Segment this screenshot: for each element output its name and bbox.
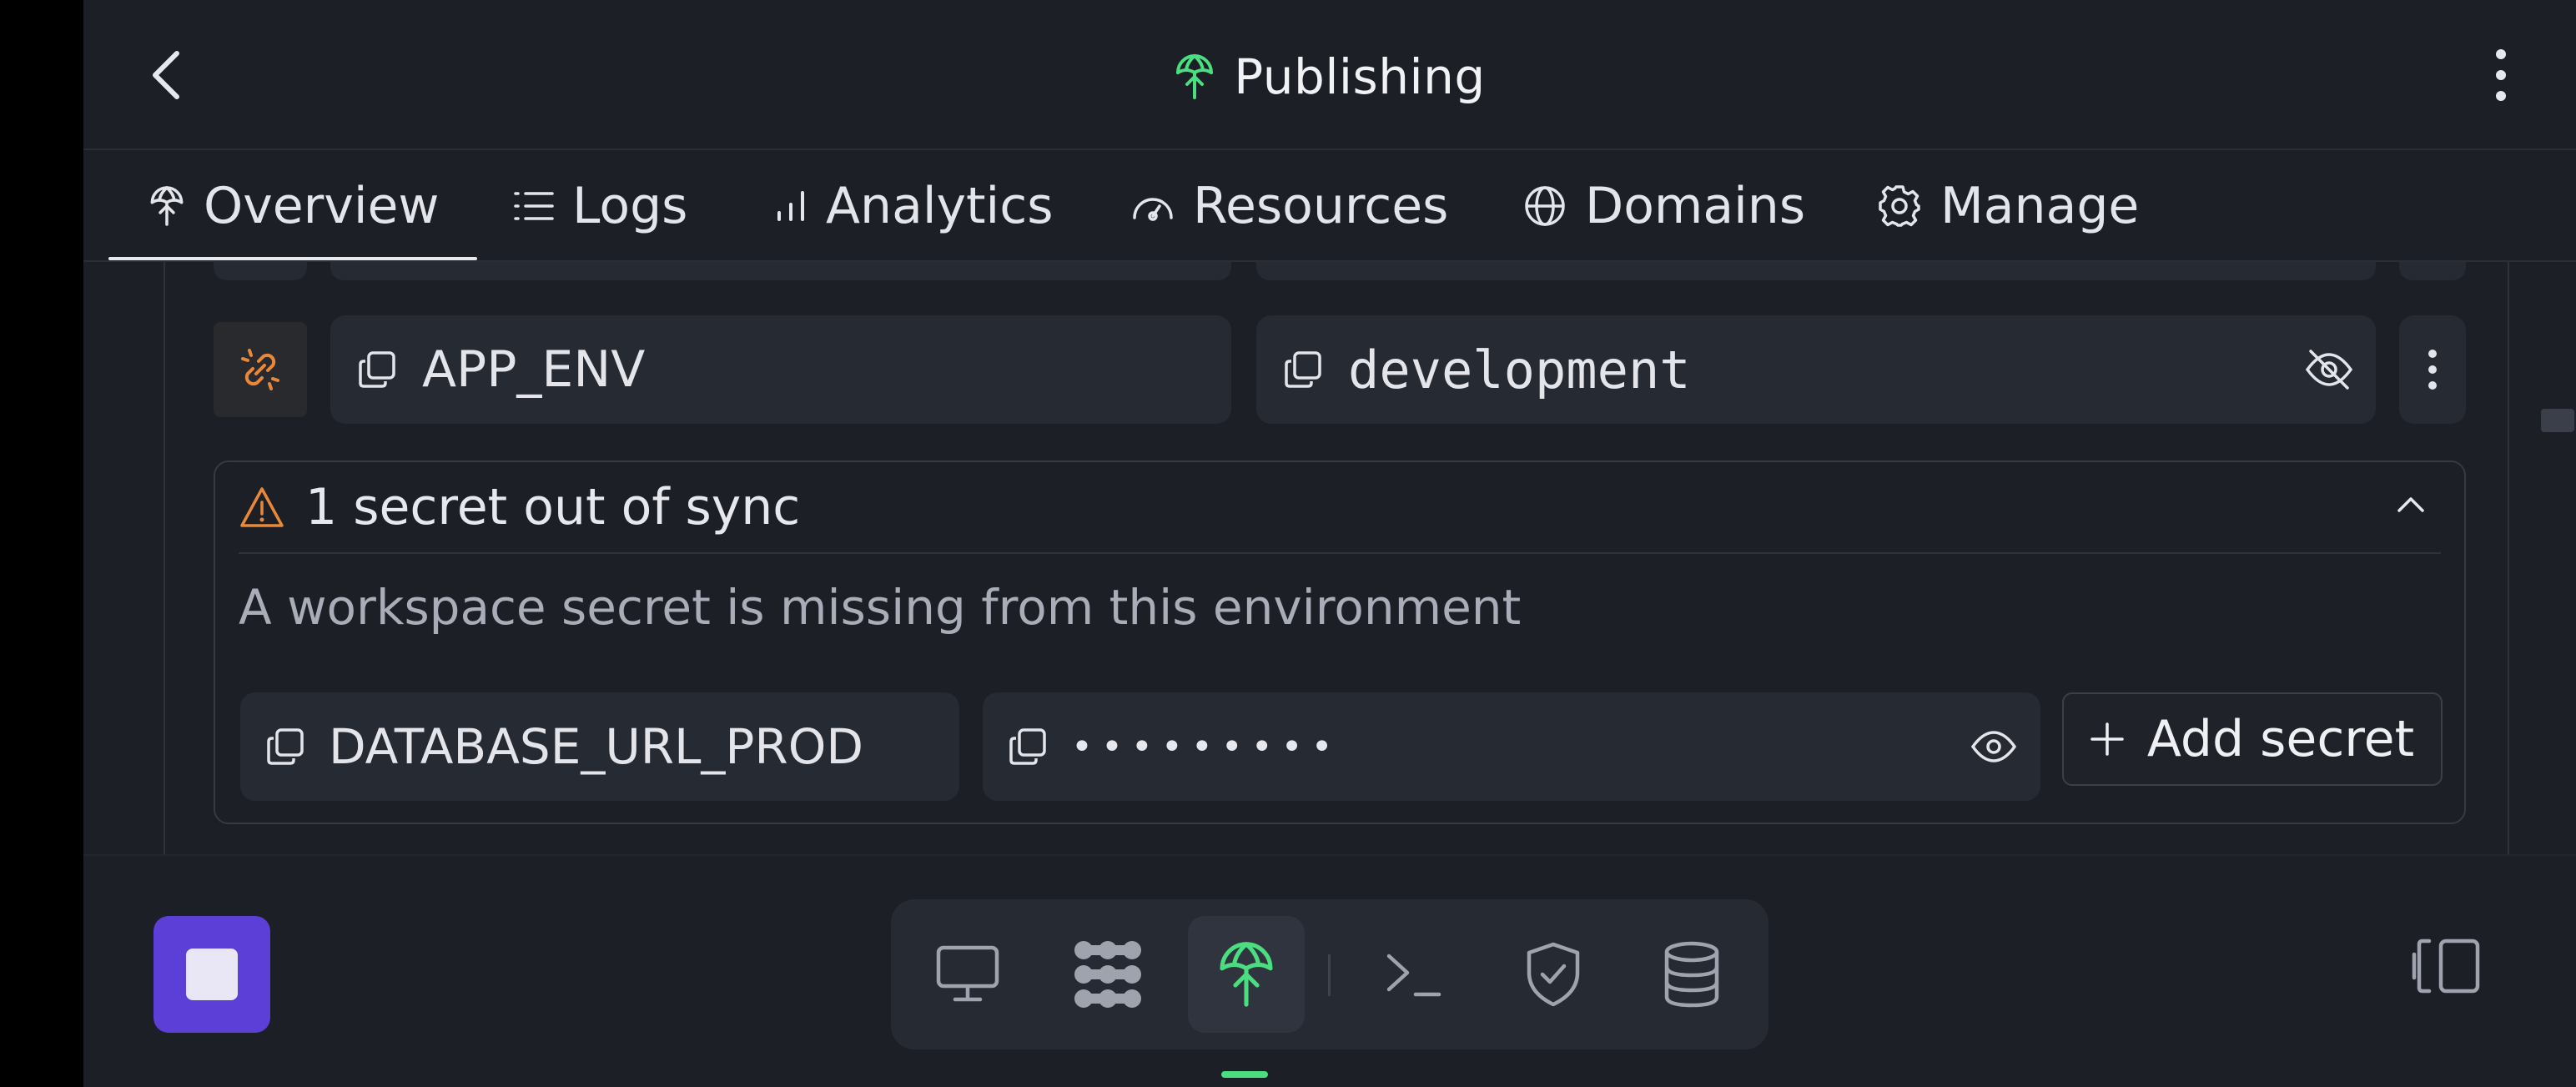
copy-button[interactable] <box>357 350 397 390</box>
globe-icon <box>1525 186 1565 226</box>
more-options-button[interactable] <box>2476 42 2526 108</box>
row-more-button[interactable] <box>2399 315 2466 424</box>
toggle-panel-button[interactable] <box>2411 936 2481 999</box>
shield-check-icon <box>1527 942 1580 1007</box>
collapse-button[interactable] <box>2394 487 2428 524</box>
chevron-up-icon <box>2397 497 2424 512</box>
tab-resources[interactable]: Resources <box>1131 152 1448 260</box>
dock-security[interactable] <box>1495 916 1612 1033</box>
copy-icon <box>267 728 304 765</box>
sync-warning-title: 1 secret out of sync <box>305 478 801 536</box>
secret-value-text: development <box>1348 339 1691 400</box>
link-icon <box>241 349 279 390</box>
tree-rail <box>164 262 165 854</box>
bar-chart-icon <box>777 191 804 221</box>
previous-row-edge <box>214 262 307 280</box>
tab-label: Resources <box>1193 177 1449 235</box>
missing-secret-value-field[interactable]: ••••••••• <box>983 692 2040 801</box>
gear-icon <box>1879 185 1920 227</box>
dock-workflows[interactable] <box>1049 916 1166 1033</box>
copy-button[interactable] <box>1008 727 1048 767</box>
previous-row-edge <box>1256 262 2376 280</box>
dock-database[interactable] <box>1633 916 1750 1033</box>
secret-key-text: APP_ENV <box>422 340 646 399</box>
tab-label: Overview <box>204 177 440 235</box>
secret-key-field[interactable]: APP_ENV <box>330 315 1231 424</box>
database-icon <box>1664 941 1719 1008</box>
terminal-icon <box>1386 954 1441 997</box>
eye-icon <box>1970 731 2017 762</box>
previous-row-edge <box>2399 262 2466 280</box>
previous-row-edge <box>330 262 1231 280</box>
missing-secret-key-field[interactable]: DATABASE_URL_PROD <box>240 692 959 801</box>
dock-preview[interactable] <box>909 916 1026 1033</box>
plus-icon <box>2090 722 2124 756</box>
linked-secret-button[interactable] <box>214 322 307 417</box>
secret-row: APP_ENV development <box>214 315 2549 425</box>
main-content: APP_ENV development 1 secret out of sync… <box>83 262 2576 854</box>
publish-icon <box>150 186 184 226</box>
tab-logs[interactable]: Logs <box>514 152 687 260</box>
dock-separator <box>1328 954 1331 996</box>
tab-overview[interactable]: Overview <box>108 152 479 260</box>
warning-icon <box>240 487 284 527</box>
masked-value-text: ••••••••• <box>1071 725 1341 768</box>
dock-shell[interactable] <box>1355 916 1472 1033</box>
monitor-icon <box>936 945 999 1002</box>
nodes-icon <box>1074 941 1141 1008</box>
sidebar-toggle-icon <box>2412 939 2480 994</box>
publish-icon <box>1220 942 1273 1007</box>
add-secret-button[interactable]: Add secret <box>2062 692 2443 786</box>
sync-warning-panel: 1 secret out of sync A workspace secret … <box>214 460 2466 824</box>
copy-icon <box>1009 728 1046 765</box>
sync-warning-header[interactable]: 1 secret out of sync <box>239 462 2441 554</box>
publish-icon <box>1176 54 1214 99</box>
app-window: Publishing Overview Logs Analytics Resou… <box>83 0 2576 1087</box>
add-secret-label: Add secret <box>2146 710 2415 768</box>
bottom-toolbar <box>83 854 2576 1087</box>
tab-bar: Overview Logs Analytics Resources Domain… <box>83 152 2576 262</box>
show-value-button[interactable] <box>1970 726 2017 771</box>
top-bar: Publishing <box>83 0 2576 150</box>
tab-label: Manage <box>1940 177 2140 235</box>
copy-button[interactable] <box>1283 350 1323 390</box>
missing-secret-key-text: DATABASE_URL_PROD <box>329 718 864 775</box>
stop-icon <box>186 949 238 1000</box>
tab-manage[interactable]: Manage <box>1877 152 2139 260</box>
tab-label: Logs <box>572 177 688 235</box>
more-vertical-icon <box>2496 49 2506 101</box>
tab-label: Analytics <box>826 177 1054 235</box>
eye-off-icon <box>2305 350 2353 390</box>
stop-button[interactable] <box>153 916 270 1033</box>
dock-publishing[interactable] <box>1188 916 1305 1033</box>
page-title: Publishing <box>1234 48 1486 105</box>
copy-icon <box>1285 351 1321 388</box>
page-title-group: Publishing <box>83 43 2576 110</box>
sync-warning-description: A workspace secret is missing from this … <box>239 579 1522 636</box>
tab-domains[interactable]: Domains <box>1523 152 1805 260</box>
tool-dock <box>891 899 1768 1049</box>
active-dock-indicator <box>1221 1071 1268 1078</box>
copy-icon <box>359 351 395 388</box>
secret-value-field[interactable]: development <box>1256 315 2376 424</box>
gauge-icon <box>1133 198 1173 221</box>
more-vertical-icon <box>2428 350 2437 390</box>
tab-analytics[interactable]: Analytics <box>774 152 1053 260</box>
copy-button[interactable] <box>265 727 305 767</box>
list-icon <box>514 192 554 220</box>
tab-label: Domains <box>1585 177 1806 235</box>
hide-value-button[interactable] <box>2304 345 2354 398</box>
